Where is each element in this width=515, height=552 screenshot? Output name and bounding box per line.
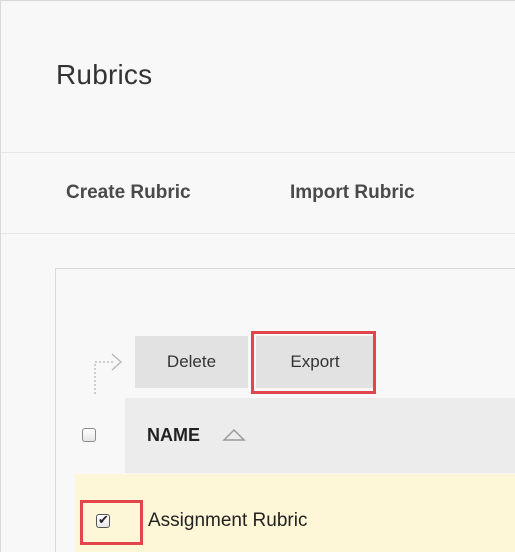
page-title: Rubrics bbox=[56, 59, 153, 90]
select-arrow-icon bbox=[94, 353, 122, 394]
select-all-checkbox[interactable] bbox=[82, 428, 96, 442]
action-bar: Create Rubric Import Rubric bbox=[1, 153, 515, 234]
export-button[interactable]: Export bbox=[256, 336, 374, 388]
sort-ascending-icon[interactable] bbox=[222, 428, 246, 442]
check-icon: ✔ bbox=[98, 512, 109, 527]
row-checkbox[interactable]: ✔ bbox=[96, 512, 110, 528]
table-header bbox=[75, 398, 515, 473]
column-header-name[interactable]: NAME bbox=[147, 425, 200, 446]
import-rubric-link[interactable]: Import Rubric bbox=[290, 182, 415, 204]
create-rubric-link[interactable]: Create Rubric bbox=[66, 182, 191, 204]
rubric-name-link[interactable]: Assignment Rubric bbox=[148, 510, 307, 532]
title-area: Rubrics bbox=[1, 1, 515, 153]
delete-button[interactable]: Delete bbox=[135, 336, 248, 388]
